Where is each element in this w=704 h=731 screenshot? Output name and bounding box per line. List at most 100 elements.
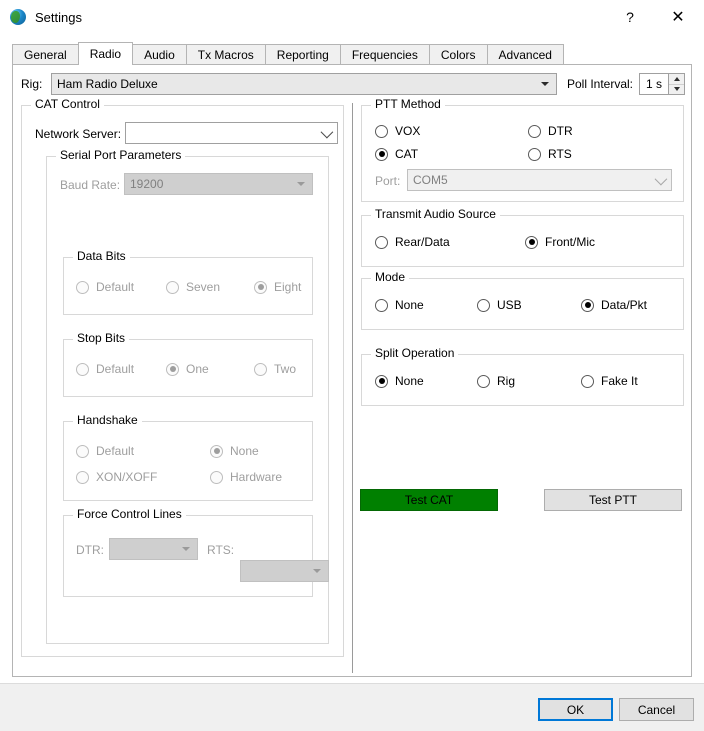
network-server-select[interactable] xyxy=(125,122,338,144)
radio-data-bits-seven[interactable]: Seven xyxy=(166,280,220,294)
radio-ptt-rts[interactable]: RTS xyxy=(528,147,572,161)
chevron-down-icon xyxy=(297,182,305,186)
tab-frequencies[interactable]: Frequencies xyxy=(339,44,430,64)
tab-advanced[interactable]: Advanced xyxy=(486,44,564,64)
cancel-button[interactable]: Cancel xyxy=(619,698,694,721)
radio-split-none[interactable]: None xyxy=(375,374,424,388)
radio-icon xyxy=(375,298,388,312)
group-serial-port-parameters: Serial Port Parameters Baud Rate: 19200 … xyxy=(46,149,329,644)
rig-label: Rig: xyxy=(21,77,43,91)
radio-label: DTR xyxy=(548,124,573,138)
radio-label: Eight xyxy=(274,280,302,294)
radio-label: Two xyxy=(274,362,297,376)
radio-stop-bits-one[interactable]: One xyxy=(166,362,209,376)
radio-label: Default xyxy=(96,362,135,376)
dtr-select[interactable] xyxy=(109,538,198,560)
radio-icon xyxy=(375,235,388,249)
tab-reporting[interactable]: Reporting xyxy=(264,44,341,64)
radio-label: Front/Mic xyxy=(545,235,596,249)
radio-mode-usb[interactable]: USB xyxy=(477,298,522,312)
radio-icon xyxy=(581,374,594,388)
poll-interval-buttons xyxy=(668,74,684,94)
rig-select[interactable]: Ham Radio Deluxe xyxy=(51,73,557,95)
radio-icon xyxy=(375,124,388,138)
ok-button[interactable]: OK xyxy=(538,698,613,721)
group-mode: Mode None USB Data/Pkt xyxy=(361,271,684,330)
globe-icon xyxy=(10,9,26,25)
radio-handshake-default[interactable]: Default xyxy=(76,444,134,458)
radio-audio-front-mic[interactable]: Front/Mic xyxy=(525,235,595,249)
chevron-down-icon xyxy=(320,125,334,138)
radio-icon xyxy=(254,280,267,294)
ptt-port-select[interactable]: COM5 xyxy=(407,169,672,191)
test-cat-button[interactable]: Test CAT xyxy=(360,489,498,511)
chevron-down-icon xyxy=(313,569,321,573)
radio-split-rig[interactable]: Rig xyxy=(477,374,515,388)
close-button[interactable]: ✕ xyxy=(656,0,700,34)
radio-ptt-vox[interactable]: VOX xyxy=(375,124,420,138)
radio-ptt-cat[interactable]: CAT xyxy=(375,147,418,161)
radio-stop-bits-two[interactable]: Two xyxy=(254,362,296,376)
test-ptt-button[interactable]: Test PTT xyxy=(544,489,682,511)
dialog-footer: OK Cancel xyxy=(0,683,704,731)
radio-ptt-dtr[interactable]: DTR xyxy=(528,124,573,138)
tab-radio[interactable]: Radio xyxy=(77,42,134,65)
radio-handshake-none[interactable]: None xyxy=(210,444,259,458)
radio-handshake-hardware[interactable]: Hardware xyxy=(210,470,282,484)
radio-mode-none[interactable]: None xyxy=(375,298,424,312)
title-bar: Settings ? ✕ xyxy=(0,0,704,34)
group-ptt-method: PTT Method VOX DTR CAT RTS Port: COM5 xyxy=(361,98,684,202)
group-handshake-label: Handshake xyxy=(73,414,142,426)
radio-audio-rear-data[interactable]: Rear/Data xyxy=(375,235,450,249)
tab-colors[interactable]: Colors xyxy=(428,44,488,64)
baud-rate-select[interactable]: 19200 xyxy=(124,173,313,195)
poll-interval-value[interactable]: 1 s xyxy=(640,74,668,94)
ptt-port-value: COM5 xyxy=(413,173,448,187)
radio-icon xyxy=(477,298,490,312)
group-force-control-lines-label: Force Control Lines xyxy=(73,508,186,520)
group-split-operation-label: Split Operation xyxy=(371,347,459,359)
tab-audio[interactable]: Audio xyxy=(132,44,187,64)
radio-label: None xyxy=(395,374,424,388)
network-server-label: Network Server: xyxy=(35,127,122,141)
group-data-bits-label: Data Bits xyxy=(73,250,130,262)
rts-select[interactable] xyxy=(240,560,329,582)
radio-icon xyxy=(166,362,179,376)
radio-handshake-xon-xoff[interactable]: XON/XOFF xyxy=(76,470,157,484)
poll-interval-stepper[interactable]: 1 s xyxy=(639,73,685,95)
rig-row: Rig: Ham Radio Deluxe Poll Interval: 1 s xyxy=(21,73,685,95)
group-data-bits: Data Bits Default Seven Eight xyxy=(63,250,313,315)
radio-icon xyxy=(210,470,223,484)
tab-general[interactable]: General xyxy=(12,44,79,64)
rig-select-value: Ham Radio Deluxe xyxy=(57,77,158,91)
radio-label: Rear/Data xyxy=(395,235,450,249)
group-stop-bits-label: Stop Bits xyxy=(73,332,130,344)
radio-icon xyxy=(76,280,89,294)
radio-label: None xyxy=(230,444,259,458)
help-button[interactable]: ? xyxy=(608,0,652,34)
radio-split-fake-it[interactable]: Fake It xyxy=(581,374,638,388)
poll-interval-increment[interactable] xyxy=(669,74,684,85)
radio-icon xyxy=(477,374,490,388)
group-split-operation: Split Operation None Rig Fake It xyxy=(361,347,684,406)
chevron-down-icon xyxy=(654,172,668,185)
tab-bar: General Radio Audio Tx Macros Reporting … xyxy=(12,42,564,65)
panel-divider xyxy=(352,103,353,673)
radio-data-bits-default[interactable]: Default xyxy=(76,280,134,294)
radio-icon xyxy=(375,374,388,388)
radio-mode-data-pkt[interactable]: Data/Pkt xyxy=(581,298,647,312)
dtr-label: DTR: xyxy=(76,543,104,557)
tab-tx-macros[interactable]: Tx Macros xyxy=(185,44,266,64)
rts-label: RTS: xyxy=(207,543,235,557)
radio-stop-bits-default[interactable]: Default xyxy=(76,362,134,376)
radio-label: None xyxy=(395,298,424,312)
radio-icon xyxy=(581,298,594,312)
group-handshake: Handshake Default None XON/XOFF Hardware xyxy=(63,414,313,501)
poll-interval-decrement[interactable] xyxy=(669,84,684,94)
radio-data-bits-eight[interactable]: Eight xyxy=(254,280,301,294)
group-transmit-audio-source: Transmit Audio Source Rear/Data Front/Mi… xyxy=(361,208,684,267)
group-cat-control-label: CAT Control xyxy=(31,98,104,110)
chevron-down-icon xyxy=(540,82,549,86)
group-force-control-lines: Force Control Lines DTR: RTS: xyxy=(63,508,329,597)
radio-settings-panel: Rig: Ham Radio Deluxe Poll Interval: 1 s… xyxy=(12,64,692,677)
